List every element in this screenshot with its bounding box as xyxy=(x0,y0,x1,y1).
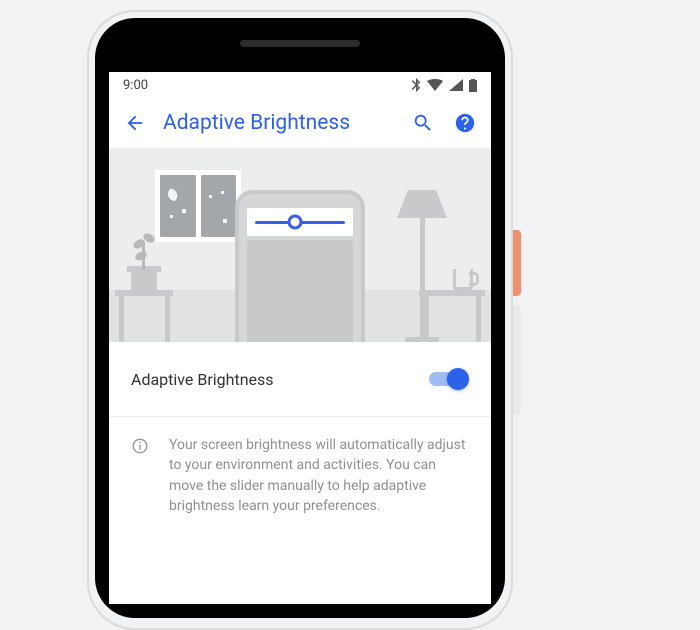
illustration xyxy=(109,148,491,342)
window-illustration xyxy=(155,170,241,242)
speaker-grille xyxy=(240,40,360,47)
arrow-left-icon xyxy=(124,112,146,134)
info-row: Your screen brightness will automaticall… xyxy=(109,417,491,556)
back-button[interactable] xyxy=(121,109,149,137)
bluetooth-icon xyxy=(411,78,421,92)
help-button[interactable] xyxy=(451,109,479,137)
phone-frame: 9:00 Adaptive Brightness xyxy=(95,18,505,618)
search-icon xyxy=(412,112,434,134)
plant-illustration xyxy=(131,270,157,290)
screen: 9:00 Adaptive Brightness xyxy=(109,72,491,604)
brightness-slider-illustration xyxy=(255,221,345,224)
battery-icon xyxy=(469,79,477,92)
status-time: 9:00 xyxy=(123,78,148,93)
status-icons xyxy=(411,78,477,92)
app-bar: Adaptive Brightness xyxy=(109,98,491,148)
cell-signal-icon xyxy=(449,79,463,91)
cup-illustration xyxy=(453,269,473,290)
toggle-label: Adaptive Brightness xyxy=(131,370,274,389)
power-button xyxy=(513,230,521,296)
status-bar: 9:00 xyxy=(109,72,491,98)
info-text: Your screen brightness will automaticall… xyxy=(169,435,469,516)
phone-illustration xyxy=(235,190,365,342)
volume-button xyxy=(513,305,521,415)
search-button[interactable] xyxy=(409,109,437,137)
help-icon xyxy=(454,112,476,134)
moon-icon xyxy=(166,185,184,203)
page-title: Adaptive Brightness xyxy=(163,111,395,135)
info-icon xyxy=(131,437,151,459)
adaptive-brightness-toggle[interactable] xyxy=(429,368,469,390)
adaptive-brightness-row: Adaptive Brightness xyxy=(109,342,491,417)
wifi-icon xyxy=(427,79,443,91)
